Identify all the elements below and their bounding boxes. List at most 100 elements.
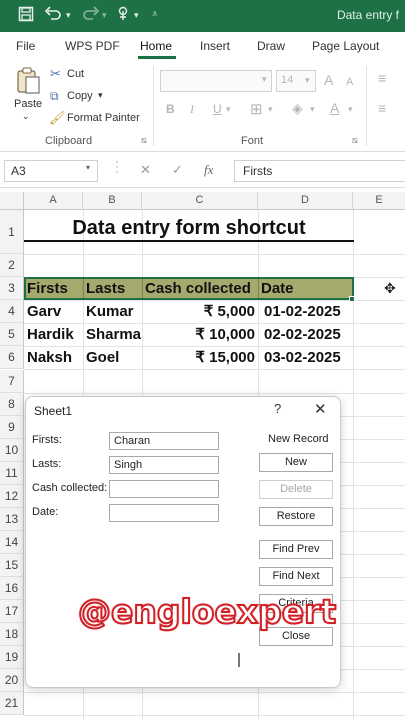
customize-icon[interactable]: ⩡	[152, 9, 158, 20]
restore-button[interactable]: Restore	[259, 507, 333, 526]
column-header-a[interactable]: A	[24, 192, 83, 210]
font-name-dropdown-icon[interactable]: ▾	[262, 74, 267, 85]
row-header[interactable]: 16	[0, 577, 24, 600]
decrease-font-icon[interactable]: A	[346, 76, 353, 88]
row-header[interactable]: 8	[0, 393, 24, 416]
align-left-icon[interactable]: ≡	[378, 100, 386, 116]
row-header[interactable]: 9	[0, 416, 24, 439]
column-header-b[interactable]: B	[83, 192, 142, 210]
data-cell[interactable]: ₹ 5,000	[142, 301, 255, 323]
align-top-icon[interactable]: ≡	[378, 70, 386, 86]
data-cell[interactable]: Garv	[27, 301, 61, 323]
column-header-e[interactable]: E	[353, 192, 405, 210]
new-button[interactable]: New	[259, 453, 333, 472]
row-header[interactable]: 21	[0, 692, 24, 715]
scrollbar-thumb[interactable]	[238, 653, 240, 667]
data-cell[interactable]: Kumar	[86, 301, 134, 323]
tab-wps-pdf[interactable]: WPS PDF	[65, 39, 120, 53]
row-header[interactable]: 12	[0, 485, 24, 508]
help-icon[interactable]: ?	[274, 401, 281, 416]
header-cell[interactable]: Date	[261, 278, 294, 300]
undo-dropdown-icon[interactable]: ▾	[66, 10, 71, 21]
row-header[interactable]: 14	[0, 531, 24, 554]
data-cell[interactable]: ₹ 15,000	[142, 347, 255, 369]
row-header[interactable]: 4	[0, 300, 24, 323]
row-header[interactable]: 1	[0, 210, 24, 254]
row-header[interactable]: 19	[0, 646, 24, 669]
tab-draw[interactable]: Draw	[257, 39, 285, 53]
row-header[interactable]: 13	[0, 508, 24, 531]
row-header[interactable]: 2	[0, 254, 24, 277]
paste-dropdown-icon[interactable]: ⌄	[22, 111, 30, 122]
delete-button[interactable]: Delete	[259, 480, 333, 499]
font-name-select[interactable]	[160, 70, 272, 92]
data-cell[interactable]: Sharma	[86, 324, 141, 346]
underline-dropdown-icon[interactable]: ▾	[226, 104, 231, 115]
header-cell[interactable]: Cash collected	[145, 278, 251, 300]
font-color-dropdown-icon[interactable]: ▾	[348, 104, 353, 115]
fill-handle[interactable]	[349, 296, 355, 302]
borders-dropdown-icon[interactable]: ▾	[268, 104, 273, 115]
data-cell[interactable]: ₹ 10,000	[142, 324, 255, 346]
tab-home[interactable]: Home	[140, 39, 172, 53]
italic-button[interactable]: I	[190, 102, 194, 117]
fill-color-dropdown-icon[interactable]: ▾	[310, 104, 315, 115]
find-next-button[interactable]: Find Next	[259, 567, 333, 586]
row-header[interactable]: 7	[0, 370, 24, 393]
cut-button[interactable]: Cut	[67, 68, 84, 80]
save-icon[interactable]	[18, 6, 34, 27]
data-cell[interactable]: 03-02-2025	[264, 347, 341, 369]
row-header[interactable]: 18	[0, 623, 24, 646]
touch-mode-icon[interactable]	[116, 6, 130, 27]
row-header[interactable]: 10	[0, 439, 24, 462]
increase-font-icon[interactable]: A	[324, 72, 333, 88]
data-cell[interactable]: Naksh	[27, 347, 72, 369]
tab-page-layout[interactable]: Page Layout	[312, 39, 379, 53]
font-color-button[interactable]: A	[330, 100, 339, 116]
row-header[interactable]: 3	[0, 277, 24, 300]
format-painter-button[interactable]: Format Painter	[67, 112, 140, 124]
data-cell[interactable]: Hardik	[27, 324, 74, 346]
insert-function-button[interactable]: fx	[204, 162, 213, 178]
confirm-entry-icon[interactable]: ✓	[172, 162, 183, 178]
copy-dropdown-icon[interactable]: ▾	[98, 90, 103, 101]
row-header[interactable]: 17	[0, 600, 24, 623]
name-box[interactable]: A3	[4, 160, 98, 182]
field-input-date[interactable]	[109, 504, 219, 522]
row-header[interactable]: 15	[0, 554, 24, 577]
fill-color-icon[interactable]: ◈	[292, 100, 303, 117]
undo-icon[interactable]	[44, 6, 62, 27]
data-cell[interactable]: Goel	[86, 347, 119, 369]
redo-icon[interactable]	[82, 6, 100, 27]
redo-dropdown-icon[interactable]: ▾	[102, 10, 107, 21]
data-cell[interactable]: 02-02-2025	[264, 324, 341, 346]
row-header[interactable]: 11	[0, 462, 24, 485]
font-launcher-icon[interactable]: ⧅	[352, 135, 358, 146]
clipboard-launcher-icon[interactable]: ⧅	[141, 135, 147, 146]
tab-insert[interactable]: Insert	[200, 39, 230, 53]
find-prev-button[interactable]: Find Prev	[259, 540, 333, 559]
copy-button[interactable]: Copy	[67, 90, 93, 102]
close-icon[interactable]: ✕	[314, 400, 327, 418]
column-header-c[interactable]: C	[142, 192, 258, 210]
paste-button[interactable]: Paste ⌄	[12, 66, 44, 126]
row-header[interactable]: 6	[0, 346, 24, 369]
cancel-entry-icon[interactable]: ✕	[140, 162, 151, 178]
borders-icon[interactable]: ⊞	[250, 100, 263, 118]
header-cell[interactable]: Lasts	[86, 278, 125, 300]
row-header[interactable]: 20	[0, 669, 24, 692]
field-input-lasts[interactable]: Singh	[109, 456, 219, 474]
touch-dropdown-icon[interactable]: ▾	[134, 10, 139, 21]
data-cell[interactable]: 01-02-2025	[264, 301, 341, 323]
name-box-dropdown-icon[interactable]: ▾	[86, 163, 90, 172]
column-header-d[interactable]: D	[258, 192, 353, 210]
field-input-cash-collected[interactable]	[109, 480, 219, 498]
row-header[interactable]: 5	[0, 323, 24, 346]
font-size-select[interactable]: 14 ▾	[276, 70, 316, 92]
underline-button[interactable]: U	[213, 102, 222, 116]
header-cell[interactable]: Firsts	[27, 278, 68, 300]
tab-file[interactable]: File	[16, 39, 35, 53]
select-all-corner[interactable]	[0, 192, 24, 210]
field-input-firsts[interactable]: Charan	[109, 432, 219, 450]
bold-button[interactable]: B	[166, 102, 175, 116]
